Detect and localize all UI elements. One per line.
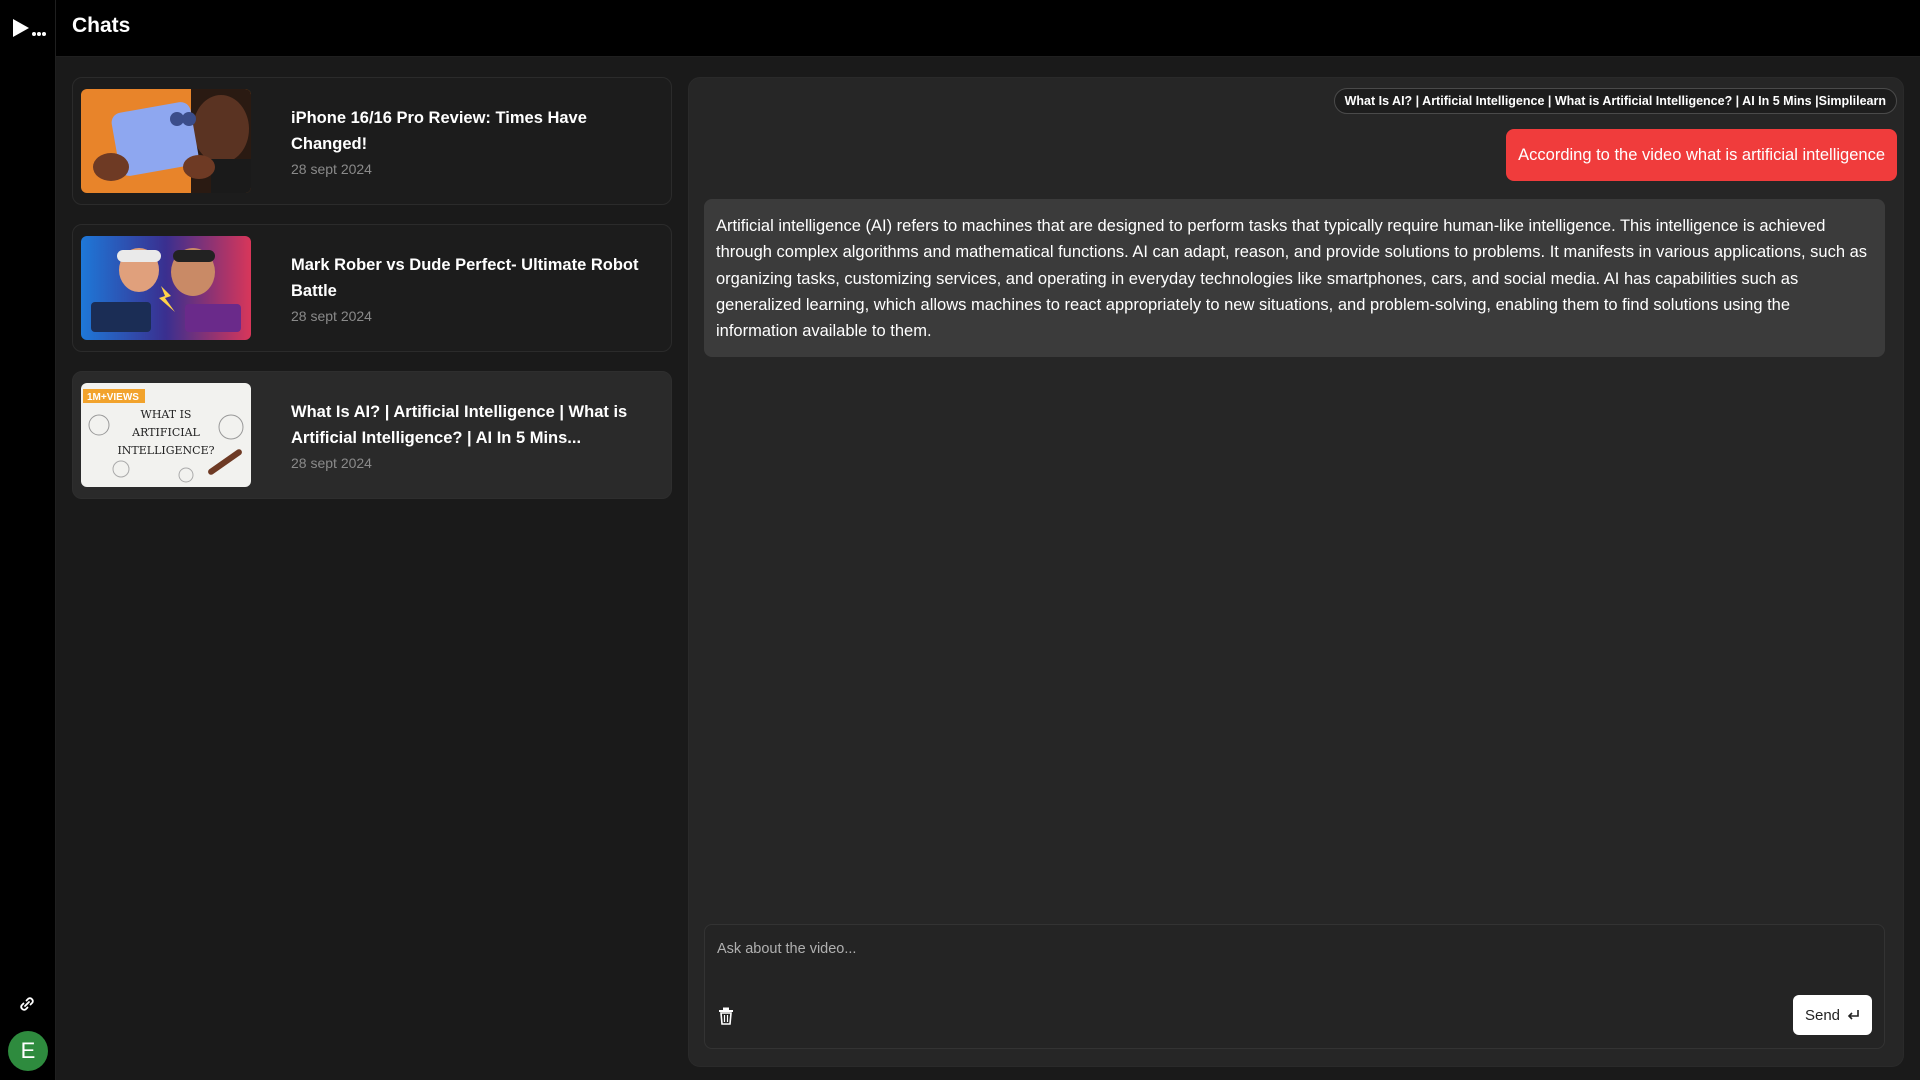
current-video-title: What Is AI? | Artificial Intelligence | … bbox=[1333, 88, 1897, 114]
chat-date: 28 sept 2024 bbox=[291, 308, 372, 324]
chat-list: iPhone 16/16 Pro Review: Times Have Chan… bbox=[72, 77, 672, 518]
chat-title: What Is AI? | Artificial Intelligence | … bbox=[291, 403, 628, 447]
page-title: Chats bbox=[72, 14, 131, 37]
svg-text:WHAT IS: WHAT IS bbox=[141, 408, 192, 421]
ask-input[interactable] bbox=[705, 925, 1884, 995]
video-thumbnail bbox=[81, 89, 251, 193]
left-rail: E bbox=[0, 0, 56, 1080]
trash-icon[interactable] bbox=[716, 1006, 736, 1026]
ai-message: Artificial intelligence (AI) refers to m… bbox=[704, 199, 1885, 357]
enter-icon bbox=[1847, 1010, 1859, 1020]
chat-date: 28 sept 2024 bbox=[291, 161, 372, 177]
chat-title: Mark Rober vs Dude Perfect- Ultimate Rob… bbox=[291, 256, 639, 300]
video-thumbnail bbox=[81, 236, 251, 340]
video-thumbnail: 1M+VIEWS WHAT IS ARTIFICIAL INTELLIGENCE… bbox=[81, 383, 251, 487]
chat-panel: What Is AI? | Artificial Intelligence | … bbox=[688, 77, 1904, 1067]
play-icon bbox=[13, 19, 46, 37]
top-header: Chats bbox=[56, 0, 1920, 57]
message-composer: Send bbox=[704, 924, 1885, 1049]
main-area: iPhone 16/16 Pro Review: Times Have Chan… bbox=[56, 57, 1920, 1080]
svg-text:INTELLIGENCE?: INTELLIGENCE? bbox=[117, 444, 214, 457]
chat-item-what-is-ai[interactable]: 1M+VIEWS WHAT IS ARTIFICIAL INTELLIGENCE… bbox=[72, 371, 672, 499]
user-message: According to the video what is artificia… bbox=[1506, 129, 1897, 181]
send-button[interactable]: Send bbox=[1793, 995, 1872, 1035]
user-avatar[interactable]: E bbox=[8, 1031, 48, 1071]
chat-title: iPhone 16/16 Pro Review: Times Have Chan… bbox=[291, 109, 587, 153]
avatar-letter: E bbox=[20, 1038, 36, 1063]
thumb-badge: 1M+VIEWS bbox=[87, 392, 139, 403]
send-label: Send bbox=[1804, 1006, 1841, 1024]
link-icon[interactable] bbox=[15, 992, 39, 1016]
chat-item-iphone-review[interactable]: iPhone 16/16 Pro Review: Times Have Chan… bbox=[72, 77, 672, 205]
chat-item-robot-battle[interactable]: Mark Rober vs Dude Perfect- Ultimate Rob… bbox=[72, 224, 672, 352]
app: E Chats iPhone 16/16 Pro Review: Times H… bbox=[0, 0, 1920, 1080]
chat-date: 28 sept 2024 bbox=[291, 455, 372, 471]
svg-text:ARTIFICIAL: ARTIFICIAL bbox=[131, 426, 200, 439]
play-dots-logo[interactable] bbox=[12, 16, 46, 40]
